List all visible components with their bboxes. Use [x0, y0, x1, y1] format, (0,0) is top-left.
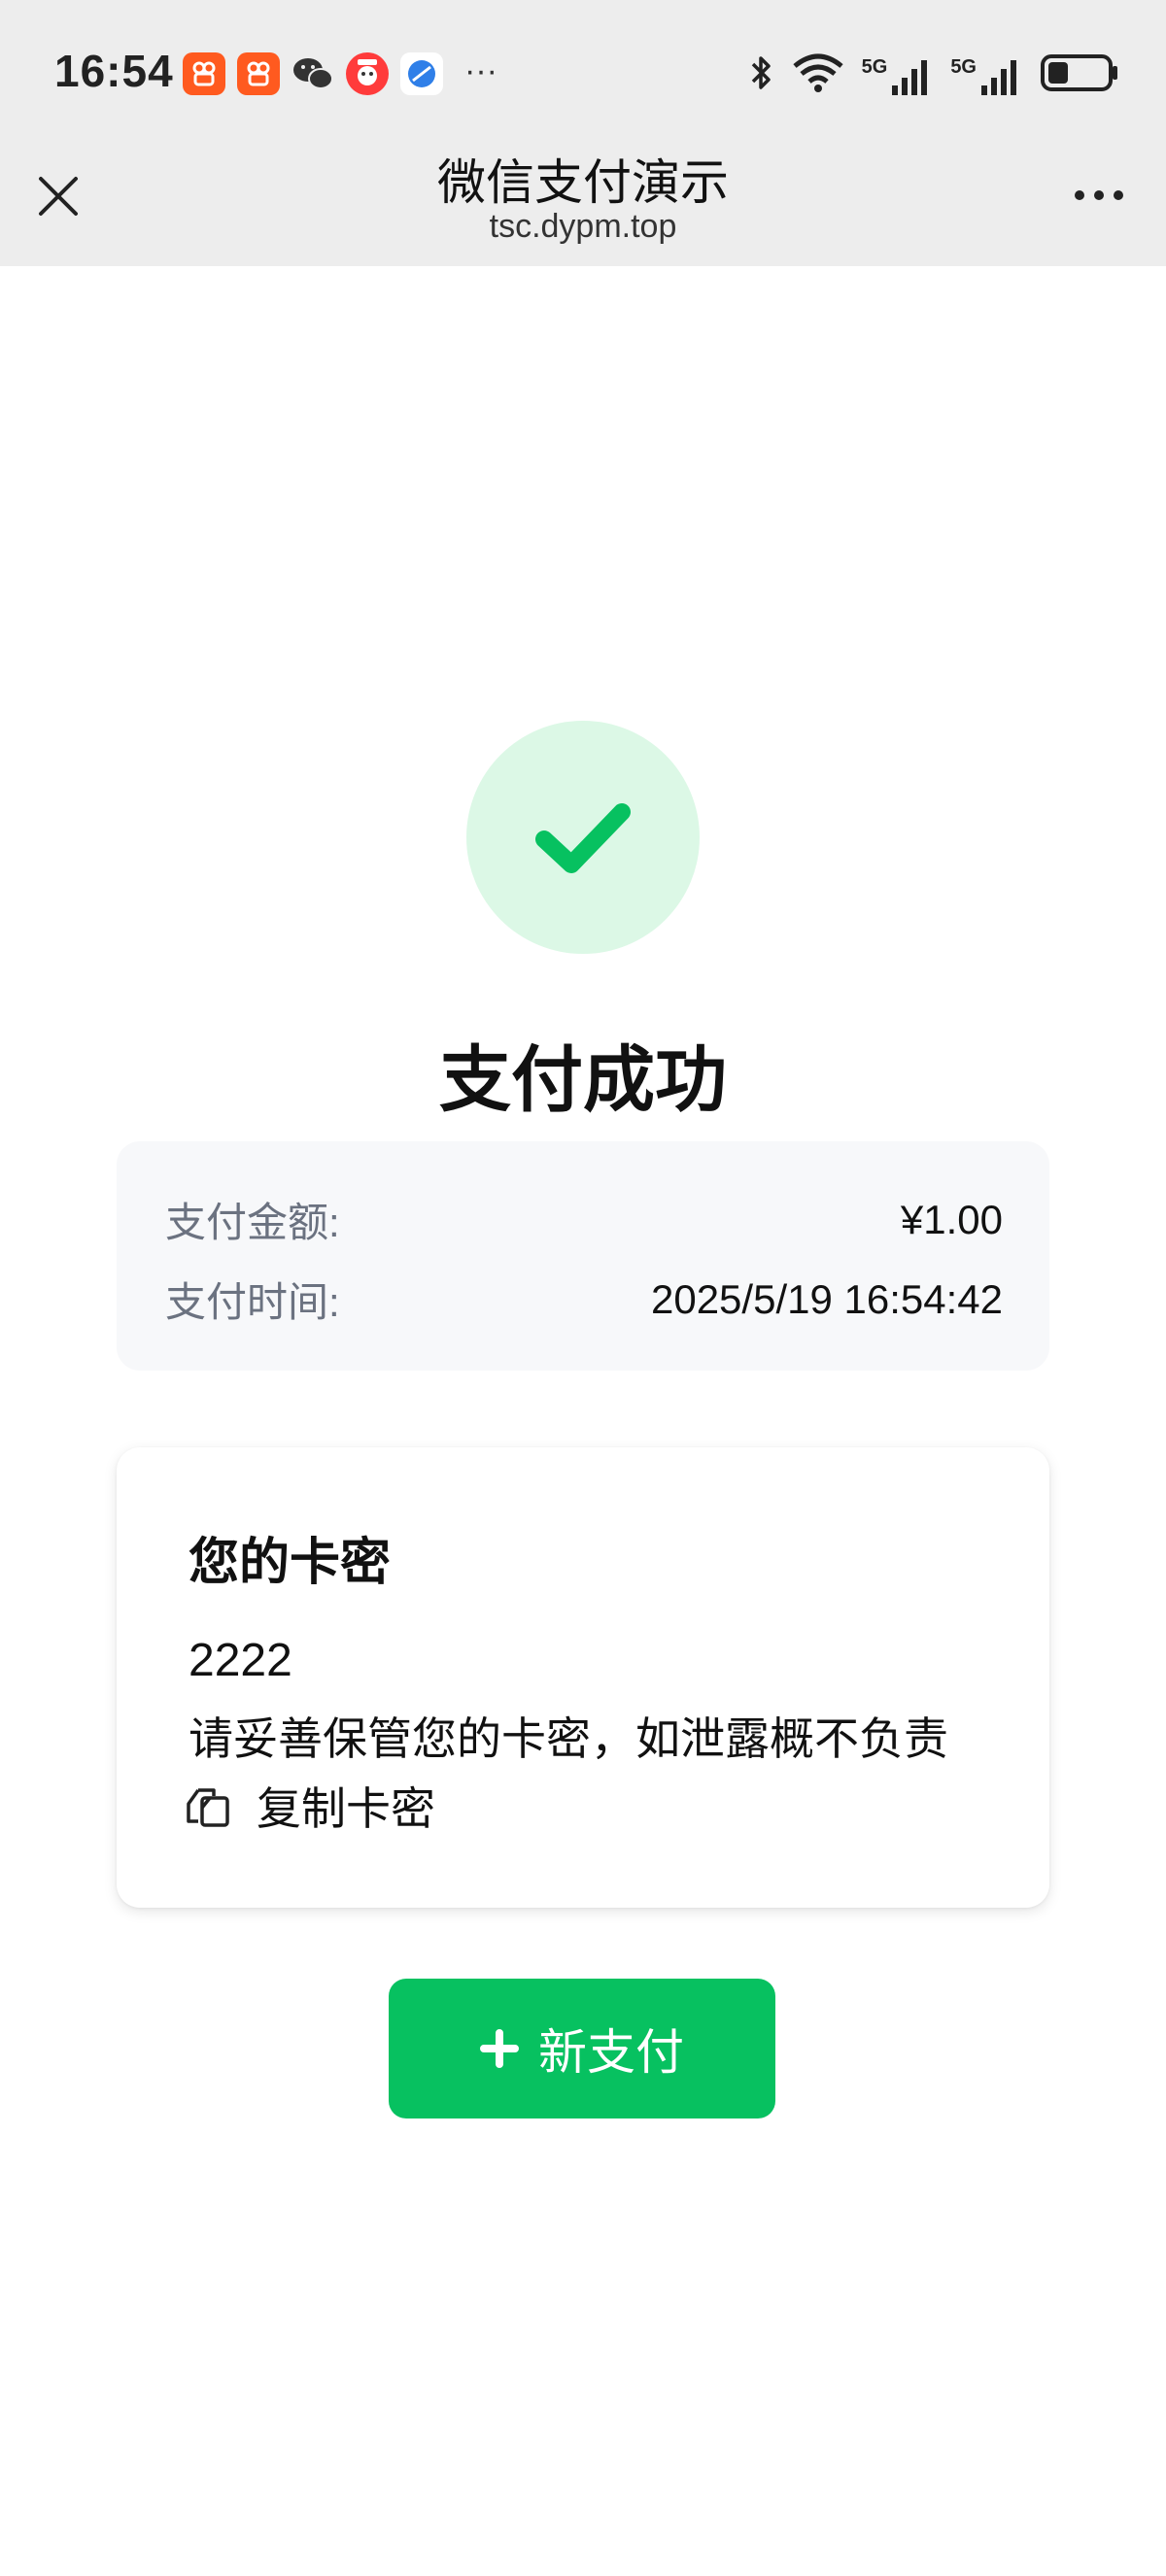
kuaishou-app-icon-2 — [237, 52, 280, 95]
bluetooth-icon — [749, 52, 774, 98]
wechat-icon — [292, 52, 334, 95]
card-secret-title: 您的卡密 — [189, 1535, 392, 1591]
more-dot-icon — [1114, 190, 1123, 200]
payment-status-title: 支付成功 — [439, 1039, 727, 1120]
wifi-icon — [792, 52, 844, 98]
amount-value: ¥1.00 — [900, 1196, 1003, 1242]
copy-secret-button[interactable]: 复制卡密 — [185, 1774, 435, 1838]
more-dot-icon — [1094, 190, 1104, 200]
more-dot-icon — [1075, 190, 1084, 200]
status-notification-icons: ··· — [183, 52, 497, 95]
more-options-button[interactable] — [1065, 171, 1133, 220]
network-type-label: 5G — [950, 55, 977, 78]
success-badge — [466, 721, 700, 954]
battery-icon — [1040, 53, 1119, 97]
status-time: 16:54 — [54, 46, 174, 96]
cellular-signal-icon-1: 5G — [862, 56, 934, 95]
check-icon — [535, 803, 631, 873]
card-secret-panel: 您的卡密 2222 请妥善保管您的卡密，如泄露概不负责 复制卡密 — [117, 1447, 1049, 1908]
browser-app-icon — [400, 52, 443, 95]
status-more-notifications: ··· — [464, 51, 497, 89]
card-secret-code: 2222 — [189, 1635, 292, 1686]
copy-icon — [187, 1788, 229, 1827]
copy-secret-label: 复制卡密 — [257, 1783, 435, 1834]
red-app-icon — [346, 52, 389, 95]
close-icon — [39, 177, 78, 216]
new-payment-label: 新支付 — [538, 2025, 684, 2080]
new-payment-button[interactable]: 新支付 — [389, 1979, 775, 2118]
close-button[interactable] — [31, 169, 86, 223]
payment-info-card: 支付金额: ¥1.00 支付时间: 2025/5/19 16:54:42 — [117, 1141, 1049, 1371]
status-system-icons: 5G 5G — [749, 52, 1119, 98]
amount-row: 支付金额: ¥1.00 — [165, 1190, 1003, 1249]
network-type-label: 5G — [861, 55, 888, 78]
time-row: 支付时间: 2025/5/19 16:54:42 — [165, 1270, 1003, 1329]
status-bar: 16:54 ··· 5G 5G — [0, 0, 1166, 144]
page-title: 微信支付演示 — [437, 155, 729, 210]
page-url: tsc.dypm.top — [489, 208, 677, 245]
card-secret-note: 请妥善保管您的卡密，如泄露概不负责 — [189, 1713, 948, 1764]
cellular-signal-icon-2: 5G — [950, 56, 1022, 95]
time-label: 支付时间: — [165, 1279, 340, 1325]
time-value: 2025/5/19 16:54:42 — [650, 1275, 1003, 1322]
nav-bar: 微信支付演示 tsc.dypm.top — [0, 144, 1166, 266]
kuaishou-app-icon — [183, 52, 225, 95]
amount-label: 支付金额: — [165, 1200, 340, 1245]
plus-icon — [480, 2029, 519, 2068]
